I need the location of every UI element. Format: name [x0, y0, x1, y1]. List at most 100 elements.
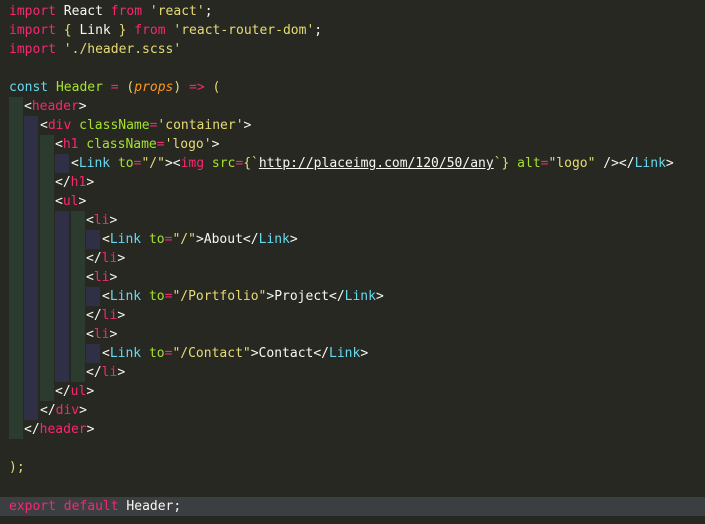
- indent-guide: [55, 344, 69, 363]
- indent-guide: [24, 344, 38, 363]
- indent-guide: [40, 382, 54, 401]
- line-2: import { Link } from 'react-router-dom';: [0, 21, 705, 40]
- indent-guide: [40, 325, 54, 344]
- line-code: <li>: [86, 213, 118, 228]
- line-22: </div>: [0, 401, 705, 420]
- indent-guide: [40, 249, 54, 268]
- indent-guide: [55, 249, 69, 268]
- indent-guide: [86, 344, 100, 363]
- indent-guide: [40, 173, 54, 192]
- line-code: <Link to="/Portfolio">Project</Link>: [102, 289, 384, 304]
- indent-guide: [9, 306, 23, 325]
- indent-guide: [24, 382, 38, 401]
- indent-guide: [55, 211, 69, 230]
- line-11: <ul>: [0, 192, 705, 211]
- indent-guide: [9, 420, 23, 439]
- line-14: </li>: [0, 249, 705, 268]
- indent-guide: [9, 344, 23, 363]
- line-code: export default Header;: [9, 499, 182, 514]
- line-16: <Link to="/Portfolio">Project</Link>: [0, 287, 705, 306]
- line-15: <li>: [0, 268, 705, 287]
- indent-guide: [9, 287, 23, 306]
- line-code: </ul>: [55, 384, 95, 399]
- indent-guide: [71, 344, 85, 363]
- indent-guide: [24, 173, 38, 192]
- line-code: );: [9, 460, 25, 475]
- indent-guide: [71, 363, 85, 382]
- indent-guide: [24, 268, 38, 287]
- indent-guide: [40, 363, 54, 382]
- line-21: </ul>: [0, 382, 705, 401]
- line-4: [0, 59, 705, 78]
- line-13: <Link to="/">About</Link>: [0, 230, 705, 249]
- line-5: const Header = (props) => (: [0, 78, 705, 97]
- line-code: </h1>: [55, 175, 95, 190]
- indent-guide: [40, 192, 54, 211]
- line-20: </li>: [0, 363, 705, 382]
- indent-guide: [55, 363, 69, 382]
- line-6: <header>: [0, 97, 705, 116]
- indent-guide: [40, 268, 54, 287]
- line-code: </li>: [86, 251, 126, 266]
- line-7: <div className='container'>: [0, 116, 705, 135]
- indent-guide: [9, 154, 23, 173]
- indent-guide: [24, 211, 38, 230]
- indent-guide: [55, 287, 69, 306]
- indent-guide: [9, 192, 23, 211]
- indent-guide: [9, 249, 23, 268]
- indent-guide: [9, 401, 23, 420]
- indent-guide: [55, 154, 69, 173]
- indent-guide: [40, 306, 54, 325]
- code-editor[interactable]: import React from 'react'; import { Link…: [0, 0, 705, 524]
- indent-guide: [55, 268, 69, 287]
- indent-guide: [55, 325, 69, 344]
- url-link[interactable]: http://placeimg.com/120/50/any: [259, 156, 494, 171]
- line-26: [0, 477, 705, 496]
- line-12: <li>: [0, 211, 705, 230]
- line-19: <Link to="/Contact">Contact</Link>: [0, 344, 705, 363]
- indent-guide: [24, 135, 38, 154]
- line-24: [0, 439, 705, 458]
- line-code: </li>: [86, 365, 126, 380]
- indent-guide: [24, 306, 38, 325]
- indent-guide: [24, 249, 38, 268]
- indent-guide: [40, 135, 54, 154]
- line-25: );: [0, 458, 705, 477]
- indent-guide: [40, 154, 54, 173]
- line-17: </li>: [0, 306, 705, 325]
- line-code: </header>: [24, 422, 95, 437]
- line-8: <h1 className='logo'>: [0, 135, 705, 154]
- indent-guide: [71, 230, 85, 249]
- indent-guide: [9, 211, 23, 230]
- line-10: </h1>: [0, 173, 705, 192]
- indent-guide: [24, 363, 38, 382]
- indent-guide: [9, 116, 23, 135]
- indent-guide: [40, 287, 54, 306]
- indent-guide: [40, 211, 54, 230]
- line-code: </li>: [86, 308, 126, 323]
- indent-guide: [9, 363, 23, 382]
- line-code: <Link to="/"><img src={`http://placeimg.…: [71, 156, 674, 171]
- indent-guide: [9, 135, 23, 154]
- line-code: <div className='container'>: [40, 118, 252, 133]
- line-code: <header>: [24, 99, 87, 114]
- line-1: import React from 'react';: [0, 2, 705, 21]
- indent-guide: [24, 192, 38, 211]
- line-code: <Link to="/Contact">Contact</Link>: [102, 346, 369, 361]
- indent-guide: [71, 268, 85, 287]
- indent-guide: [24, 401, 38, 420]
- indent-guide: [40, 344, 54, 363]
- indent-guide: [9, 173, 23, 192]
- line-18: <li>: [0, 325, 705, 344]
- line-code: <Link to="/">About</Link>: [102, 232, 298, 247]
- line-code: import { Link } from 'react-router-dom';: [9, 23, 323, 38]
- indent-guide: [24, 287, 38, 306]
- line-code: <ul>: [55, 194, 87, 209]
- line-code: <h1 className='logo'>: [55, 137, 220, 152]
- indent-guide: [9, 325, 23, 344]
- line-23: </header>: [0, 420, 705, 439]
- indent-guide: [9, 97, 23, 116]
- line-code: </div>: [40, 403, 87, 418]
- indent-guide: [9, 382, 23, 401]
- line-9: <Link to="/"><img src={`http://placeimg.…: [0, 154, 705, 173]
